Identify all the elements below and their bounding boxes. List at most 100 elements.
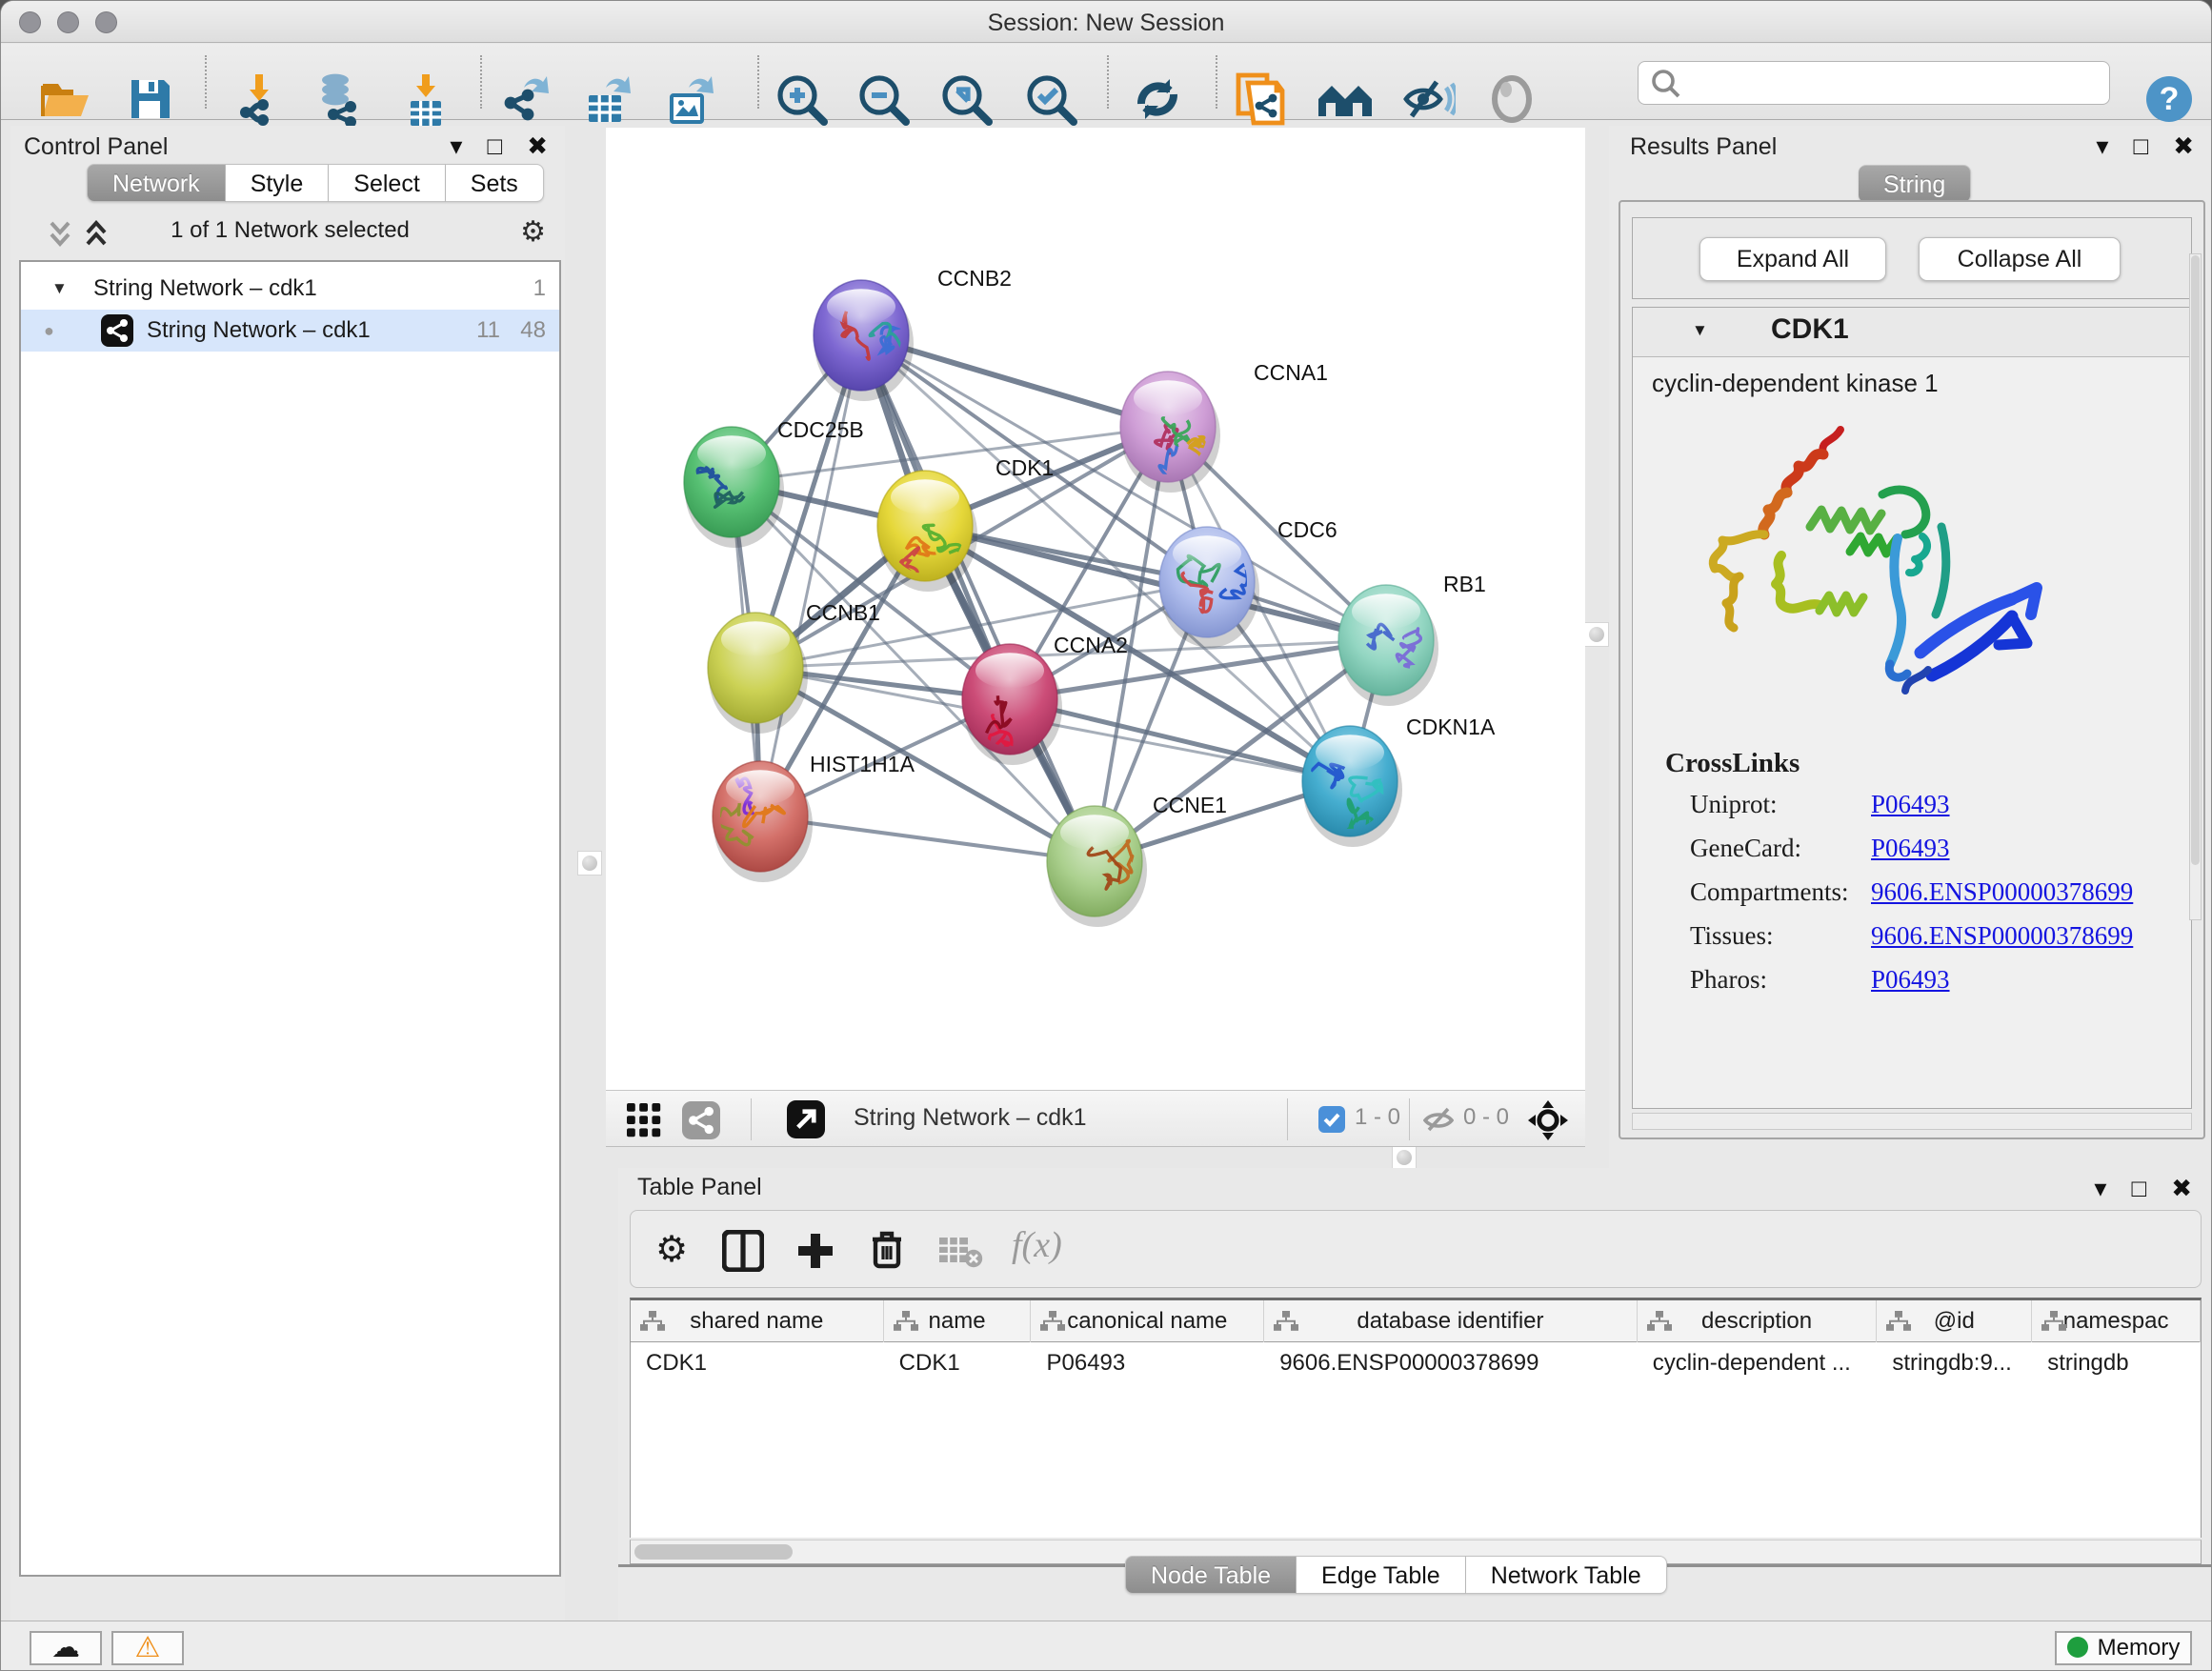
network-collection-row[interactable]: ▼ String Network – cdk1 1 (21, 268, 559, 310)
table-scroll-thumb[interactable] (634, 1544, 793, 1560)
control-panel-collapse-icon[interactable]: ▾ (450, 131, 462, 160)
save-session-icon[interactable] (128, 76, 173, 122)
bottom-splitter-handle[interactable] (1392, 1145, 1417, 1170)
control-panel-float-icon[interactable]: □ (487, 131, 502, 160)
collapse-all-button[interactable]: Collapse All (1919, 237, 2121, 281)
crosslink-link[interactable]: P06493 (1871, 965, 1950, 995)
column-header-canonical-name[interactable]: canonical name (1031, 1300, 1264, 1342)
selected-checkbox-icon[interactable] (1318, 1106, 1345, 1133)
tab-node-table[interactable]: Node Table (1125, 1556, 1297, 1594)
network-canvas[interactable]: CCNB2CCNA1CDC25BCDK1CDC6RB1CCNB1CCNA2CDK… (606, 128, 1585, 1090)
table-panel-close-icon[interactable]: ✖ (2171, 1174, 2192, 1202)
table-cell[interactable]: CDK1 (884, 1342, 1032, 1384)
column-header-name[interactable]: name (884, 1300, 1032, 1342)
network-options-gear-icon[interactable]: ⚙ (520, 215, 546, 249)
edge-CCNB2-CCNE1[interactable] (861, 335, 1095, 861)
cloud-status-button[interactable]: ☁ (30, 1631, 102, 1665)
gene-section-header[interactable]: ▼ CDK1 (1633, 308, 2191, 357)
delete-table-icon[interactable] (939, 1236, 983, 1268)
node-CCNA2[interactable]: CCNA2 (962, 633, 1128, 765)
tree-expand-icon[interactable]: ▼ (51, 268, 68, 310)
node-RB1[interactable]: RB1 (1338, 572, 1486, 706)
node-CCNB1[interactable]: CCNB1 (708, 600, 880, 734)
node-CCNA1[interactable]: CCNA1 (1120, 360, 1328, 493)
expand-all-button[interactable]: Expand All (1699, 237, 1886, 281)
crosslink-link[interactable]: P06493 (1871, 790, 1950, 819)
table-cell[interactable]: 9606.ENSP00000378699 (1264, 1342, 1638, 1384)
node-CDKN1A[interactable]: CDKN1A (1302, 715, 1496, 847)
table-row[interactable]: CDK1CDK1P064939606.ENSP00000378699cyclin… (631, 1342, 2201, 1384)
column-header-description[interactable]: description (1638, 1300, 1878, 1342)
left-splitter-handle[interactable] (577, 851, 602, 876)
help-icon[interactable]: ? (2146, 76, 2192, 122)
tab-network-table[interactable]: Network Table (1466, 1556, 1667, 1594)
results-panel-collapse-icon[interactable]: ▾ (2096, 131, 2108, 160)
show-columns-icon[interactable] (722, 1230, 764, 1272)
results-panel-close-icon[interactable]: ✖ (2173, 131, 2194, 160)
table-cell[interactable]: stringdb (2032, 1342, 2201, 1384)
warnings-button[interactable]: ⚠ (111, 1631, 184, 1665)
fit-selected-crosshair-icon[interactable] (1528, 1100, 1568, 1140)
hide-eye-icon[interactable] (1402, 74, 1456, 124)
delete-column-icon[interactable] (867, 1228, 907, 1272)
table-gear-icon[interactable]: ⚙ (655, 1228, 688, 1271)
add-column-icon[interactable] (794, 1230, 836, 1272)
open-session-icon[interactable] (39, 76, 92, 122)
crosslink-link[interactable]: P06493 (1871, 834, 1950, 863)
home-panels-icon[interactable] (1317, 76, 1374, 122)
search-input[interactable] (1688, 66, 2098, 100)
zoom-fit-icon[interactable] (939, 72, 993, 126)
column-header-namespac[interactable]: namespac (2032, 1300, 2201, 1342)
table-cell[interactable]: cyclin-dependent ... (1638, 1342, 1878, 1384)
node-CDC6[interactable]: CDC6 (1159, 517, 1337, 648)
results-vertical-scrollbar[interactable] (2189, 253, 2202, 920)
control-panel-close-icon[interactable]: ✖ (527, 131, 548, 160)
import-network-database-icon[interactable] (312, 72, 366, 126)
tab-sets[interactable]: Sets (446, 164, 544, 202)
apply-layout-icon[interactable] (1132, 73, 1183, 125)
column-header-database-identifier[interactable]: database identifier (1264, 1300, 1638, 1342)
birdseye-grid-icon[interactable] (627, 1103, 661, 1137)
table-panel-collapse-icon[interactable]: ▾ (2094, 1174, 2106, 1202)
import-network-file-icon[interactable] (234, 72, 284, 126)
table-panel-float-icon[interactable]: □ (2131, 1174, 2146, 1202)
node-label: CCNB2 (937, 266, 1012, 291)
function-builder-icon[interactable]: f(x) (1012, 1224, 1062, 1266)
zoom-selected-icon[interactable] (1024, 72, 1077, 126)
export-table-icon[interactable] (581, 72, 634, 126)
detach-view-icon[interactable] (787, 1100, 825, 1138)
node-CCNE1[interactable]: CCNE1 (1047, 793, 1227, 927)
crosslink-link[interactable]: 9606.ENSP00000378699 (1871, 877, 2133, 907)
tab-select[interactable]: Select (329, 164, 445, 202)
network-row-selected[interactable]: ● String Network – cdk1 11 48 (21, 310, 559, 352)
right-splitter-handle[interactable] (1584, 622, 1609, 647)
table-cell[interactable]: stringdb:9... (1877, 1342, 2032, 1384)
export-network-icon[interactable] (499, 72, 553, 126)
column-header-@id[interactable]: @id (1877, 1300, 2032, 1342)
edge-CCNB2-HIST1H1A[interactable] (760, 335, 861, 816)
results-horizontal-scrollbar[interactable] (1632, 1113, 2192, 1130)
node-CDK1[interactable]: CDK1 (877, 455, 1054, 592)
show-eye-icon[interactable] (1487, 74, 1537, 124)
crosslink-link[interactable]: 9606.ENSP00000378699 (1871, 921, 2133, 951)
zoom-in-icon[interactable] (774, 72, 828, 126)
table-cell[interactable]: P06493 (1031, 1342, 1264, 1384)
tab-style[interactable]: Style (226, 164, 330, 202)
section-expand-icon[interactable]: ▼ (1692, 321, 1708, 340)
tab-edge-table[interactable]: Edge Table (1297, 1556, 1466, 1594)
node-label: CCNA1 (1254, 360, 1328, 385)
import-table-file-icon[interactable] (401, 72, 451, 126)
string-view-icon[interactable] (682, 1101, 720, 1139)
results-panel-float-icon[interactable]: □ (2133, 131, 2148, 160)
export-image-icon[interactable] (664, 72, 717, 126)
zoom-out-icon[interactable] (856, 72, 910, 126)
share-document-icon[interactable] (1235, 71, 1286, 127)
tab-network[interactable]: Network (87, 164, 226, 202)
table-cell[interactable]: CDK1 (631, 1342, 884, 1384)
hidden-eye-icon[interactable] (1423, 1105, 1454, 1134)
tab-string[interactable]: String (1859, 165, 1971, 203)
column-header-shared-name[interactable]: shared name (631, 1300, 884, 1342)
node-HIST1H1A[interactable]: HIST1H1A (713, 752, 915, 882)
search-field[interactable] (1638, 61, 2110, 105)
memory-button[interactable]: Memory (2055, 1631, 2192, 1665)
